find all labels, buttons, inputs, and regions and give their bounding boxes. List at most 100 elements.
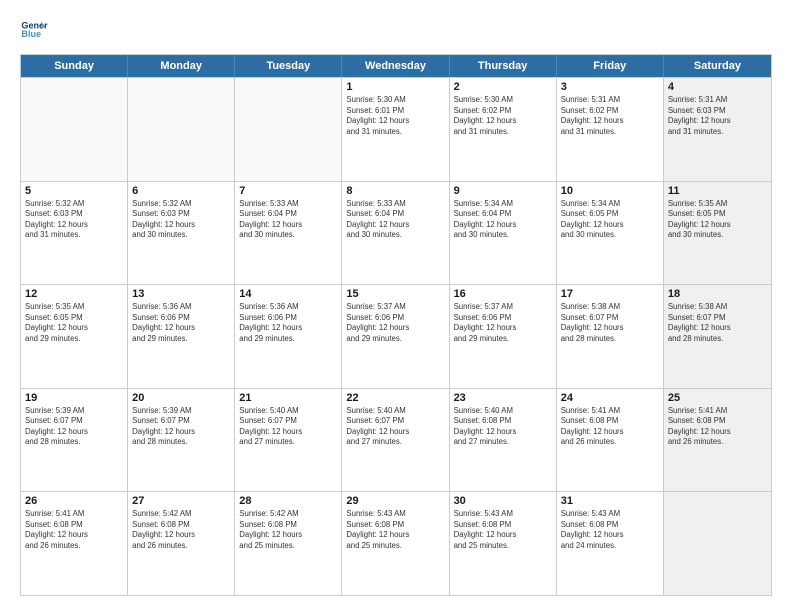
- day-number: 28: [239, 495, 337, 507]
- calendar-day-28: 28 Sunrise: 5:42 AM Sunset: 6:08 PM Dayli…: [235, 492, 342, 595]
- weekday-header-thursday: Thursday: [450, 55, 557, 77]
- day-info: Sunrise: 5:42 AM Sunset: 6:08 PM Dayligh…: [239, 509, 337, 551]
- calendar-day-9: 9 Sunrise: 5:34 AM Sunset: 6:04 PM Daylig…: [450, 182, 557, 285]
- calendar-day-7: 7Sunrise: 5:33 AM Sunset: 6:04 PM Daylig…: [235, 182, 342, 285]
- calendar-body: 1 Sunrise: 5:30 AM Sunset: 6:01 PM Daylig…: [21, 77, 771, 595]
- calendar-day-14: 14 Sunrise: 5:36 AM Sunset: 6:06 PM Dayli…: [235, 285, 342, 388]
- day-info: Sunrise: 5:32 AM Sunset: 6:03 PM Dayligh…: [25, 199, 123, 241]
- day-number: 8: [346, 185, 444, 197]
- day-number: 13: [132, 288, 230, 300]
- weekday-header-tuesday: Tuesday: [235, 55, 342, 77]
- calendar-day-30: 30Sunrise: 5:43 AM Sunset: 6:08 PM Dayli…: [450, 492, 557, 595]
- weekday-header-sunday: Sunday: [21, 55, 128, 77]
- day-info: Sunrise: 5:33 AM Sunset: 6:04 PM Dayligh…: [239, 199, 337, 241]
- day-info: Sunrise: 5:31 AM Sunset: 6:02 PM Dayligh…: [561, 95, 659, 137]
- calendar-day-empty-4-6: [664, 492, 771, 595]
- day-info: Sunrise: 5:41 AM Sunset: 6:08 PM Dayligh…: [561, 406, 659, 448]
- day-info: Sunrise: 5:35 AM Sunset: 6:05 PM Dayligh…: [25, 302, 123, 344]
- weekday-header-saturday: Saturday: [664, 55, 771, 77]
- calendar-day-5: 5 Sunrise: 5:32 AM Sunset: 6:03 PM Daylig…: [21, 182, 128, 285]
- logo: General Blue: [20, 16, 48, 44]
- calendar-day-16: 16Sunrise: 5:37 AM Sunset: 6:06 PM Dayli…: [450, 285, 557, 388]
- day-info: Sunrise: 5:43 AM Sunset: 6:08 PM Dayligh…: [346, 509, 444, 551]
- calendar-day-24: 24Sunrise: 5:41 AM Sunset: 6:08 PM Dayli…: [557, 389, 664, 492]
- calendar-row-2: 12 Sunrise: 5:35 AM Sunset: 6:05 PM Dayli…: [21, 284, 771, 388]
- day-info: Sunrise: 5:37 AM Sunset: 6:06 PM Dayligh…: [454, 302, 552, 344]
- day-number: 30: [454, 495, 552, 507]
- page: General Blue SundayMondayTuesdayWednesda…: [0, 0, 792, 612]
- calendar-day-21: 21Sunrise: 5:40 AM Sunset: 6:07 PM Dayli…: [235, 389, 342, 492]
- day-info: Sunrise: 5:38 AM Sunset: 6:07 PM Dayligh…: [561, 302, 659, 344]
- calendar-header: SundayMondayTuesdayWednesdayThursdayFrid…: [21, 55, 771, 77]
- calendar-day-empty-0-1: [128, 78, 235, 181]
- calendar-day-29: 29 Sunrise: 5:43 AM Sunset: 6:08 PM Dayli…: [342, 492, 449, 595]
- day-info: Sunrise: 5:30 AM Sunset: 6:02 PM Dayligh…: [454, 95, 552, 137]
- calendar-day-3: 3Sunrise: 5:31 AM Sunset: 6:02 PM Daylig…: [557, 78, 664, 181]
- day-info: Sunrise: 5:38 AM Sunset: 6:07 PM Dayligh…: [668, 302, 767, 344]
- weekday-header-monday: Monday: [128, 55, 235, 77]
- day-info: Sunrise: 5:41 AM Sunset: 6:08 PM Dayligh…: [668, 406, 767, 448]
- day-number: 31: [561, 495, 659, 507]
- calendar-day-12: 12 Sunrise: 5:35 AM Sunset: 6:05 PM Dayli…: [21, 285, 128, 388]
- day-info: Sunrise: 5:30 AM Sunset: 6:01 PM Dayligh…: [346, 95, 444, 137]
- day-number: 17: [561, 288, 659, 300]
- calendar-day-31: 31 Sunrise: 5:43 AM Sunset: 6:08 PM Dayli…: [557, 492, 664, 595]
- day-number: 20: [132, 392, 230, 404]
- day-number: 22: [346, 392, 444, 404]
- day-info: Sunrise: 5:43 AM Sunset: 6:08 PM Dayligh…: [561, 509, 659, 551]
- day-info: Sunrise: 5:32 AM Sunset: 6:03 PM Dayligh…: [132, 199, 230, 241]
- day-number: 2: [454, 81, 552, 93]
- calendar-day-empty-0-0: [21, 78, 128, 181]
- day-info: Sunrise: 5:33 AM Sunset: 6:04 PM Dayligh…: [346, 199, 444, 241]
- day-number: 11: [668, 185, 767, 197]
- svg-text:Blue: Blue: [21, 29, 41, 39]
- day-number: 12: [25, 288, 123, 300]
- day-info: Sunrise: 5:39 AM Sunset: 6:07 PM Dayligh…: [25, 406, 123, 448]
- day-number: 15: [346, 288, 444, 300]
- calendar-row-3: 19 Sunrise: 5:39 AM Sunset: 6:07 PM Dayli…: [21, 388, 771, 492]
- calendar-day-17: 17 Sunrise: 5:38 AM Sunset: 6:07 PM Dayli…: [557, 285, 664, 388]
- calendar-row-1: 5 Sunrise: 5:32 AM Sunset: 6:03 PM Daylig…: [21, 181, 771, 285]
- calendar-row-0: 1 Sunrise: 5:30 AM Sunset: 6:01 PM Daylig…: [21, 77, 771, 181]
- header: General Blue: [20, 16, 772, 44]
- calendar-day-8: 8 Sunrise: 5:33 AM Sunset: 6:04 PM Daylig…: [342, 182, 449, 285]
- day-number: 19: [25, 392, 123, 404]
- day-number: 9: [454, 185, 552, 197]
- calendar-day-2: 2 Sunrise: 5:30 AM Sunset: 6:02 PM Daylig…: [450, 78, 557, 181]
- calendar-row-4: 26 Sunrise: 5:41 AM Sunset: 6:08 PM Dayli…: [21, 491, 771, 595]
- day-number: 23: [454, 392, 552, 404]
- day-info: Sunrise: 5:36 AM Sunset: 6:06 PM Dayligh…: [239, 302, 337, 344]
- calendar-day-18: 18Sunrise: 5:38 AM Sunset: 6:07 PM Dayli…: [664, 285, 771, 388]
- day-info: Sunrise: 5:40 AM Sunset: 6:07 PM Dayligh…: [239, 406, 337, 448]
- day-info: Sunrise: 5:41 AM Sunset: 6:08 PM Dayligh…: [25, 509, 123, 551]
- calendar-day-19: 19 Sunrise: 5:39 AM Sunset: 6:07 PM Dayli…: [21, 389, 128, 492]
- day-number: 29: [346, 495, 444, 507]
- logo-icon: General Blue: [20, 16, 48, 44]
- day-info: Sunrise: 5:34 AM Sunset: 6:04 PM Dayligh…: [454, 199, 552, 241]
- day-number: 1: [346, 81, 444, 93]
- day-number: 5: [25, 185, 123, 197]
- day-number: 4: [668, 81, 767, 93]
- calendar-day-empty-0-2: [235, 78, 342, 181]
- day-info: Sunrise: 5:40 AM Sunset: 6:07 PM Dayligh…: [346, 406, 444, 448]
- calendar-day-10: 10 Sunrise: 5:34 AM Sunset: 6:05 PM Dayli…: [557, 182, 664, 285]
- calendar-day-23: 23 Sunrise: 5:40 AM Sunset: 6:08 PM Dayli…: [450, 389, 557, 492]
- day-number: 14: [239, 288, 337, 300]
- calendar-day-20: 20 Sunrise: 5:39 AM Sunset: 6:07 PM Dayli…: [128, 389, 235, 492]
- day-info: Sunrise: 5:34 AM Sunset: 6:05 PM Dayligh…: [561, 199, 659, 241]
- weekday-header-wednesday: Wednesday: [342, 55, 449, 77]
- day-info: Sunrise: 5:39 AM Sunset: 6:07 PM Dayligh…: [132, 406, 230, 448]
- weekday-header-friday: Friday: [557, 55, 664, 77]
- calendar-day-11: 11Sunrise: 5:35 AM Sunset: 6:05 PM Dayli…: [664, 182, 771, 285]
- day-info: Sunrise: 5:40 AM Sunset: 6:08 PM Dayligh…: [454, 406, 552, 448]
- day-info: Sunrise: 5:37 AM Sunset: 6:06 PM Dayligh…: [346, 302, 444, 344]
- calendar-day-15: 15 Sunrise: 5:37 AM Sunset: 6:06 PM Dayli…: [342, 285, 449, 388]
- calendar-day-22: 22 Sunrise: 5:40 AM Sunset: 6:07 PM Dayli…: [342, 389, 449, 492]
- day-number: 27: [132, 495, 230, 507]
- day-number: 26: [25, 495, 123, 507]
- calendar: SundayMondayTuesdayWednesdayThursdayFrid…: [20, 54, 772, 596]
- day-number: 10: [561, 185, 659, 197]
- day-info: Sunrise: 5:31 AM Sunset: 6:03 PM Dayligh…: [668, 95, 767, 137]
- day-number: 25: [668, 392, 767, 404]
- day-number: 6: [132, 185, 230, 197]
